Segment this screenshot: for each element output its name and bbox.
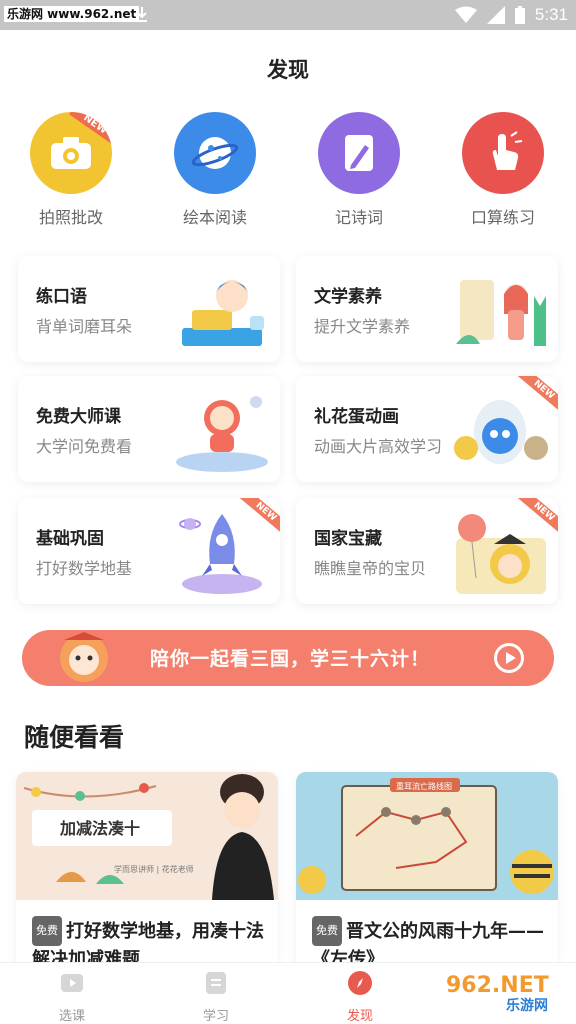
- quick-label: 绘本阅读: [182, 208, 247, 227]
- video-thumbnail: 加减法凑十 学而思讲师 | 花花老师: [16, 772, 278, 900]
- video-thumbnail: 重耳流亡路线图: [296, 772, 558, 900]
- card-subtitle: 瞧瞧皇帝的宝贝: [314, 559, 427, 578]
- quick-item-poetry[interactable]: 记诗词: [304, 112, 414, 228]
- card-master-class[interactable]: 免费大师课 大学问免费看: [18, 376, 280, 482]
- book-icon: [206, 972, 226, 994]
- card-title: 文学素养: [314, 287, 382, 307]
- quick-label: 拍照批改: [38, 208, 103, 227]
- notification-icons: [110, 7, 147, 22]
- card-title: 练口语: [36, 287, 87, 307]
- camera-icon: NEW: [30, 112, 112, 194]
- compass-icon: [348, 971, 372, 995]
- card-math-basics[interactable]: 基础巩固 打好数学地基 NEW: [18, 498, 280, 604]
- nav-item-courses[interactable]: 选课: [32, 971, 112, 1024]
- nav-label: 学习: [202, 1009, 229, 1024]
- battery-icon: [514, 6, 525, 24]
- card-subtitle: 提升文学素养: [314, 317, 411, 336]
- video-card[interactable]: 加减法凑十 学而思讲师 | 花花老师 免费 打好数学地基，用凑十法解决加减难题: [16, 772, 278, 972]
- thumb-title: 重耳流亡路线图: [396, 781, 452, 791]
- quick-item-photo-correct[interactable]: NEW 拍照批改: [16, 112, 126, 228]
- card-subtitle: 背单词磨耳朵: [36, 317, 133, 336]
- quick-item-picture-book[interactable]: 绘本阅读: [160, 112, 270, 228]
- play-video-icon: [61, 974, 83, 992]
- card-title: 国家宝藏: [314, 529, 382, 549]
- rocket-illustration: [179, 514, 262, 594]
- quick-item-mental-math[interactable]: 口算练习: [448, 112, 558, 228]
- play-icon[interactable]: [494, 643, 524, 673]
- card-title: 免费大师课: [36, 407, 121, 427]
- card-subtitle: 大学问免费看: [36, 437, 133, 456]
- girl-scroll-illustration: [456, 280, 546, 346]
- clock: 5:31: [534, 5, 568, 24]
- free-badge: 免费: [32, 916, 62, 946]
- card-oral-english[interactable]: 练口语 背单词磨耳朵: [18, 256, 280, 362]
- card-title: 基础巩固: [36, 529, 104, 549]
- nav-item-discover[interactable]: 发现: [320, 971, 400, 1024]
- quick-entries: NEW 拍照批改 绘本阅读 记诗词 口算练习: [0, 112, 576, 232]
- wifi-icon: [454, 6, 477, 23]
- thumb-caption: 学而思讲师 | 花花老师: [114, 864, 194, 874]
- site-logo-watermark: 962.NET 乐游网: [438, 968, 568, 1014]
- nav-label: 发现: [346, 1009, 373, 1024]
- planet-icon: [174, 112, 256, 194]
- card-literature[interactable]: 文学素养 提升文学素养: [296, 256, 558, 362]
- boy-headset-illustration: [182, 280, 264, 346]
- promo-banner[interactable]: 陪你一起看三国，学三十六计！: [22, 630, 554, 686]
- nav-item-study[interactable]: 学习: [176, 971, 256, 1024]
- signal-icon: [486, 6, 505, 24]
- astronaut-illustration: [176, 396, 268, 472]
- page-title: 发现: [267, 58, 309, 82]
- nav-label: 选课: [58, 1009, 85, 1024]
- banner-text: 陪你一起看三国，学三十六计！: [150, 648, 431, 670]
- card-national-treasure[interactable]: 国家宝藏 瞧瞧皇帝的宝贝 NEW: [296, 498, 558, 604]
- robot-egg-illustration: [454, 400, 548, 464]
- card-title: 礼花蛋动画: [314, 407, 399, 427]
- card-cartoon-animation[interactable]: 礼花蛋动画 动画大片高效学习 NEW: [296, 376, 558, 482]
- svg-text:962.NET: 962.NET: [446, 973, 549, 998]
- card-subtitle: 动画大片高效学习: [314, 437, 443, 456]
- quick-label: 记诗词: [334, 208, 383, 227]
- mascot-illustration: [60, 632, 108, 682]
- section-title: 随便看看: [24, 723, 125, 752]
- card-subtitle: 打好数学地基: [36, 559, 133, 578]
- svg-text:乐游网: 乐游网: [506, 997, 548, 1014]
- hand-icon: [462, 112, 544, 194]
- status-bar: 乐游网 www.962.net 5:31: [0, 0, 576, 30]
- free-badge: 免费: [312, 916, 342, 946]
- pen-icon: [318, 112, 400, 194]
- monkey-balloon-illustration: [456, 514, 546, 594]
- thumb-title: 加减法凑十: [59, 819, 140, 838]
- quick-label: 口算练习: [470, 208, 535, 227]
- video-card[interactable]: 重耳流亡路线图 免费 晋文公的风雨十九年——《左传》: [296, 772, 558, 972]
